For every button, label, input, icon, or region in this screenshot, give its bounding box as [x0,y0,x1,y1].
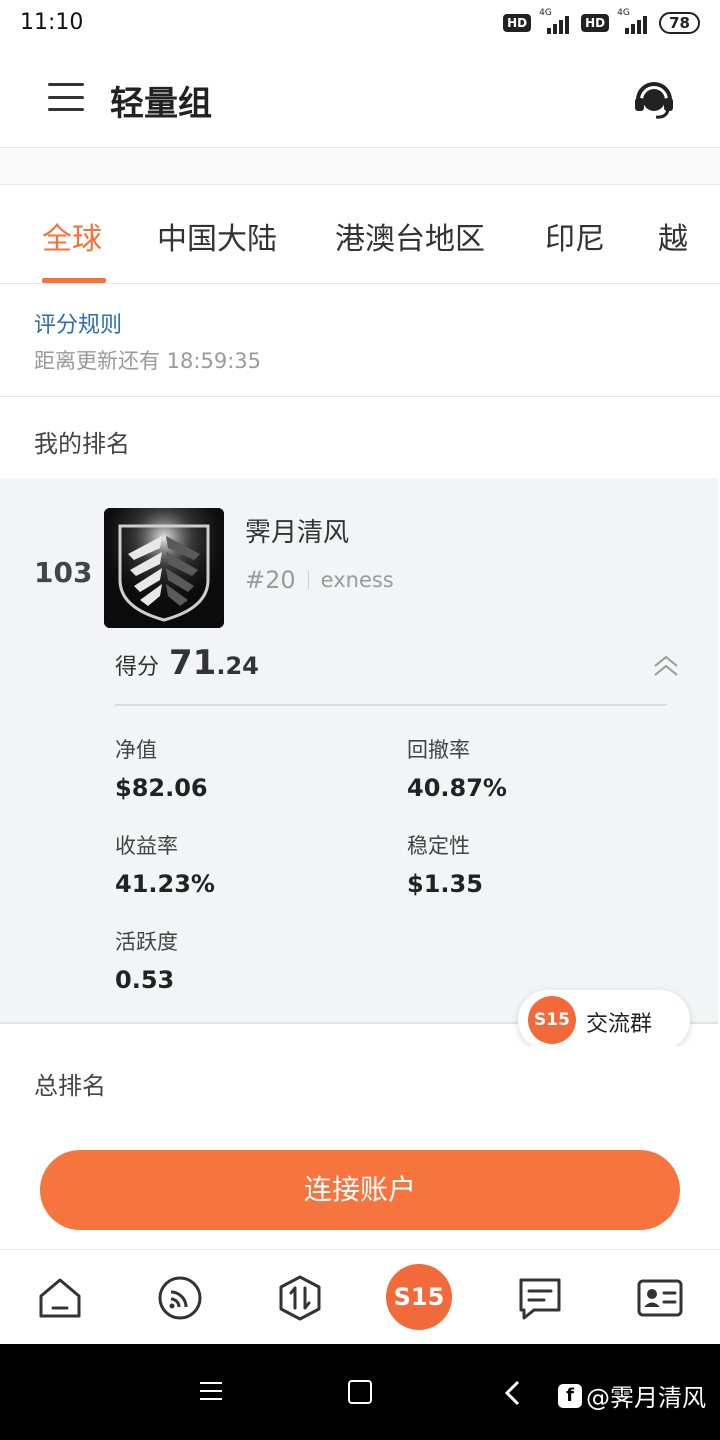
app-header: 轻量组 [0,48,720,148]
tab-global[interactable]: 全球 [42,214,102,258]
feed-icon[interactable] [156,1274,204,1322]
my-rank-card: 103 霁月清风 #20 exness 得分 71 .24 净值 $82.06 … [0,478,718,1024]
tab-mainland-china[interactable]: 中国大陆 [157,214,277,258]
nav-back-icon[interactable] [500,1378,526,1408]
metric-return-rate: 收益率 41.23% [115,830,215,898]
broker-name: exness [320,568,394,592]
collapsed-header-strip [0,149,720,185]
home-icon[interactable] [36,1274,84,1322]
metric-label: 稳定性 [407,834,470,858]
signal-icon-2: 4G [617,8,651,34]
metric-label: 净值 [115,738,157,762]
user-name: 霁月清风 [245,518,350,548]
total-rank-heading: 总排名 [34,1072,106,1100]
connect-account-button[interactable]: 连接账户 [40,1150,680,1230]
user-tag: #20 [245,566,296,594]
metric-value: 40.87% [407,774,507,802]
metric-value: 41.23% [115,870,215,898]
bottom-tab-bar: S15 [0,1250,720,1344]
nav-home-icon[interactable] [348,1380,372,1404]
status-bar: 11:10 HD 4G HD 4G 78 [0,0,720,48]
score-decimal: .24 [216,652,259,680]
tab-vietnam[interactable]: 越 [658,214,688,258]
hd-icon: HD [503,14,532,32]
tab-indonesia[interactable]: 印尼 [545,214,605,258]
watermark-logo-icon: f [558,1383,582,1408]
hd-icon-2: HD [581,14,610,32]
watermark-text: @霁月清风 [586,1384,706,1412]
status-time: 11:10 [20,10,84,35]
message-icon[interactable] [516,1274,564,1322]
tab-hk-macau-taiwan[interactable]: 港澳台地区 [335,214,485,258]
s15-icon[interactable]: S15 [386,1264,452,1330]
metric-value: 0.53 [115,966,175,994]
customer-service-headset-icon[interactable] [632,76,676,120]
user-subline: #20 exness [245,566,394,594]
profile-card-icon[interactable] [636,1274,684,1322]
score-integer: 71 [169,643,217,683]
s15-badge-icon: S15 [528,996,576,1044]
update-countdown: 距离更新还有 18:59:35 [34,349,261,373]
status-icons: HD 4G HD 4G 78 [503,8,700,34]
my-rank-heading: 我的排名 [34,430,130,458]
connect-area: 连接账户 [0,1118,720,1250]
metric-activity: 活跃度 0.53 [115,926,178,994]
hamburger-menu-icon[interactable] [48,83,84,111]
watermark: f @霁月清风 [558,1378,706,1413]
chevron-up-double-icon[interactable] [652,654,680,678]
trade-icon[interactable] [276,1274,324,1322]
group-chat-button[interactable]: S15 交流群 [518,990,690,1050]
rules-section: 评分规则 距离更新还有 18:59:35 [0,285,720,397]
page-title: 轻量组 [110,84,212,124]
score-row: 得分 71 .24 [115,643,259,683]
metric-net-value: 净值 $82.06 [115,734,208,802]
metric-label: 回撤率 [407,738,470,762]
metric-drawdown: 回撤率 40.87% [407,734,507,802]
group-chat-label: 交流群 [586,1012,653,1037]
metric-stability: 稳定性 $1.35 [407,830,483,898]
battery-indicator: 78 [659,12,700,34]
signal-icon: 4G [539,8,573,34]
active-tab-indicator [42,278,106,283]
wings-emblem-icon [104,508,224,628]
region-tabs: 全球 中国大陆 港澳台地区 印尼 越 [0,186,720,284]
metric-value: $82.06 [115,774,208,802]
rank-number: 103 [34,556,93,589]
system-nav-bar: f @霁月清风 [0,1344,720,1440]
separator [307,571,309,589]
scoring-rules-link[interactable]: 评分规则 [34,307,122,339]
total-rank-section: 总排名 [0,1046,718,1118]
avatar[interactable] [104,508,224,628]
metric-label: 活跃度 [115,930,178,954]
metric-value: $1.35 [407,870,483,898]
divider [115,704,667,706]
metric-label: 收益率 [115,834,178,858]
score-label: 得分 [115,655,160,680]
nav-menu-icon[interactable] [200,1382,222,1400]
